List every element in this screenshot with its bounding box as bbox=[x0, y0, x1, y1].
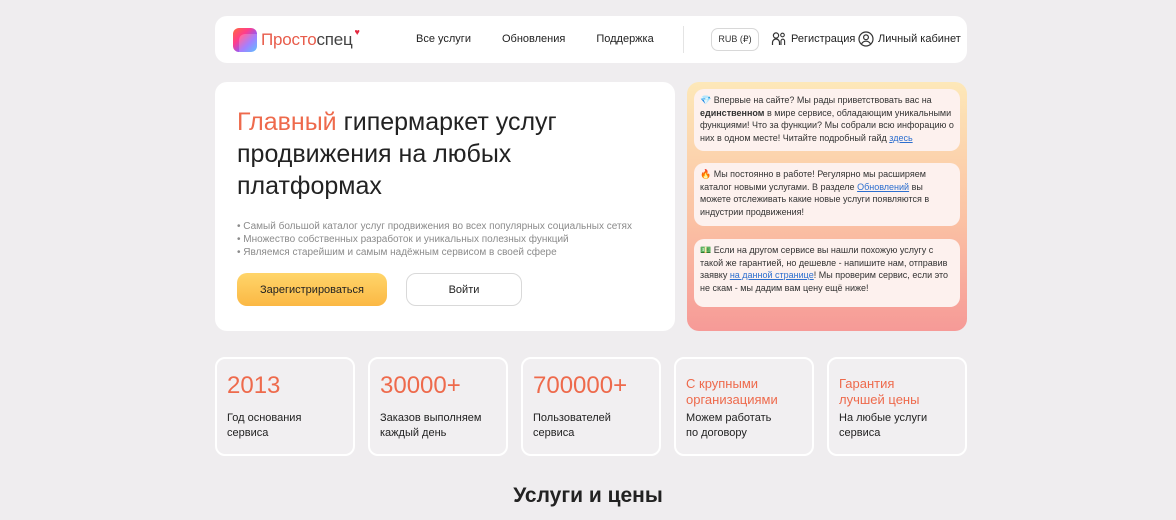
hero-title-accent: Главный bbox=[237, 108, 337, 136]
stat-card-best-price: Гарантия лучшей цены На любые услуги серви… bbox=[827, 357, 967, 456]
stat-value: 2013 bbox=[227, 372, 281, 399]
register-link[interactable]: Регистрация bbox=[771, 31, 855, 47]
logo-text: Простоспец ♥ bbox=[261, 27, 360, 49]
nav-updates[interactable]: Обновления bbox=[502, 33, 565, 45]
register-label: Регистрация bbox=[791, 33, 856, 45]
info-card-updates: 🔥 Мы постоянно в работе! Регулярно мы ра… bbox=[694, 163, 960, 226]
stat-heading: Гарантия лучшей цены bbox=[839, 376, 920, 407]
stat-heading: С крупными организациями bbox=[686, 376, 778, 407]
stat-description: Год основания сервиса bbox=[227, 412, 302, 439]
login-button[interactable]: Войти bbox=[406, 273, 522, 306]
stat-value: 30000+ bbox=[380, 372, 461, 399]
stat-card-founded: 2013 Год основания сервиса bbox=[215, 357, 355, 456]
stat-description: На любые услуги сервиса bbox=[839, 412, 928, 439]
stat-card-users: 700000+ Пользователей сервиса bbox=[521, 357, 661, 456]
stat-description: Пользователей сервиса bbox=[533, 412, 611, 439]
price-match-link[interactable]: на данной странице bbox=[730, 270, 814, 280]
fire-icon: 🔥 bbox=[700, 169, 712, 179]
logo-icon bbox=[233, 28, 257, 52]
guide-link[interactable]: здесь bbox=[889, 133, 912, 143]
stat-card-organizations: С крупными организациями Можем работать по… bbox=[674, 357, 814, 456]
currency-selector[interactable]: RUB (₽) bbox=[711, 28, 759, 51]
info-card-price-match: 💵 Если на другом сервисе вы нашли похожу… bbox=[694, 239, 960, 307]
list-item: Являемся старейшим и самым надёжным серв… bbox=[237, 246, 632, 259]
stat-description: Можем работать по договору bbox=[686, 412, 772, 439]
stat-description: Заказов выполняем каждый день bbox=[380, 412, 482, 439]
cabinet-link[interactable]: Личный кабинет bbox=[858, 31, 961, 47]
register-button[interactable]: Зарегистрироваться bbox=[237, 273, 387, 306]
users-icon bbox=[771, 32, 786, 45]
stat-card-orders: 30000+ Заказов выполняем каждый день bbox=[368, 357, 508, 456]
section-title: Услуги и цены bbox=[513, 484, 663, 507]
site-header: Простоспец ♥ Все услуги Обновления Подде… bbox=[215, 16, 967, 63]
info-card-welcome: 💎 Впервые на сайте? Мы рады приветствова… bbox=[694, 89, 960, 151]
hero-bullets: Самый большой каталог услуг продвижения … bbox=[237, 220, 632, 259]
cabinet-label: Личный кабинет bbox=[878, 33, 961, 45]
gem-icon: 💎 bbox=[700, 95, 712, 105]
money-icon: 💵 bbox=[700, 245, 712, 255]
info-panel: 💎 Впервые на сайте? Мы рады приветствова… bbox=[687, 82, 967, 331]
hero-title: Главный гипермаркет услуг продвижения на… bbox=[237, 106, 637, 202]
nav-all-services[interactable]: Все услуги bbox=[416, 33, 471, 45]
header-divider bbox=[683, 26, 684, 53]
hero-panel: Главный гипермаркет услуг продвижения на… bbox=[215, 82, 675, 331]
list-item: Самый большой каталог услуг продвижения … bbox=[237, 220, 632, 233]
user-circle-icon bbox=[858, 31, 874, 47]
main-nav: Все услуги Обновления Поддержка bbox=[416, 33, 654, 45]
heart-icon: ♥ bbox=[354, 27, 360, 37]
nav-support[interactable]: Поддержка bbox=[596, 33, 653, 45]
stat-value: 700000+ bbox=[533, 372, 628, 399]
list-item: Множество собственных разработок и уника… bbox=[237, 233, 632, 246]
updates-link[interactable]: Обновлений bbox=[857, 182, 909, 192]
logo[interactable]: Простоспец ♥ bbox=[233, 27, 360, 52]
